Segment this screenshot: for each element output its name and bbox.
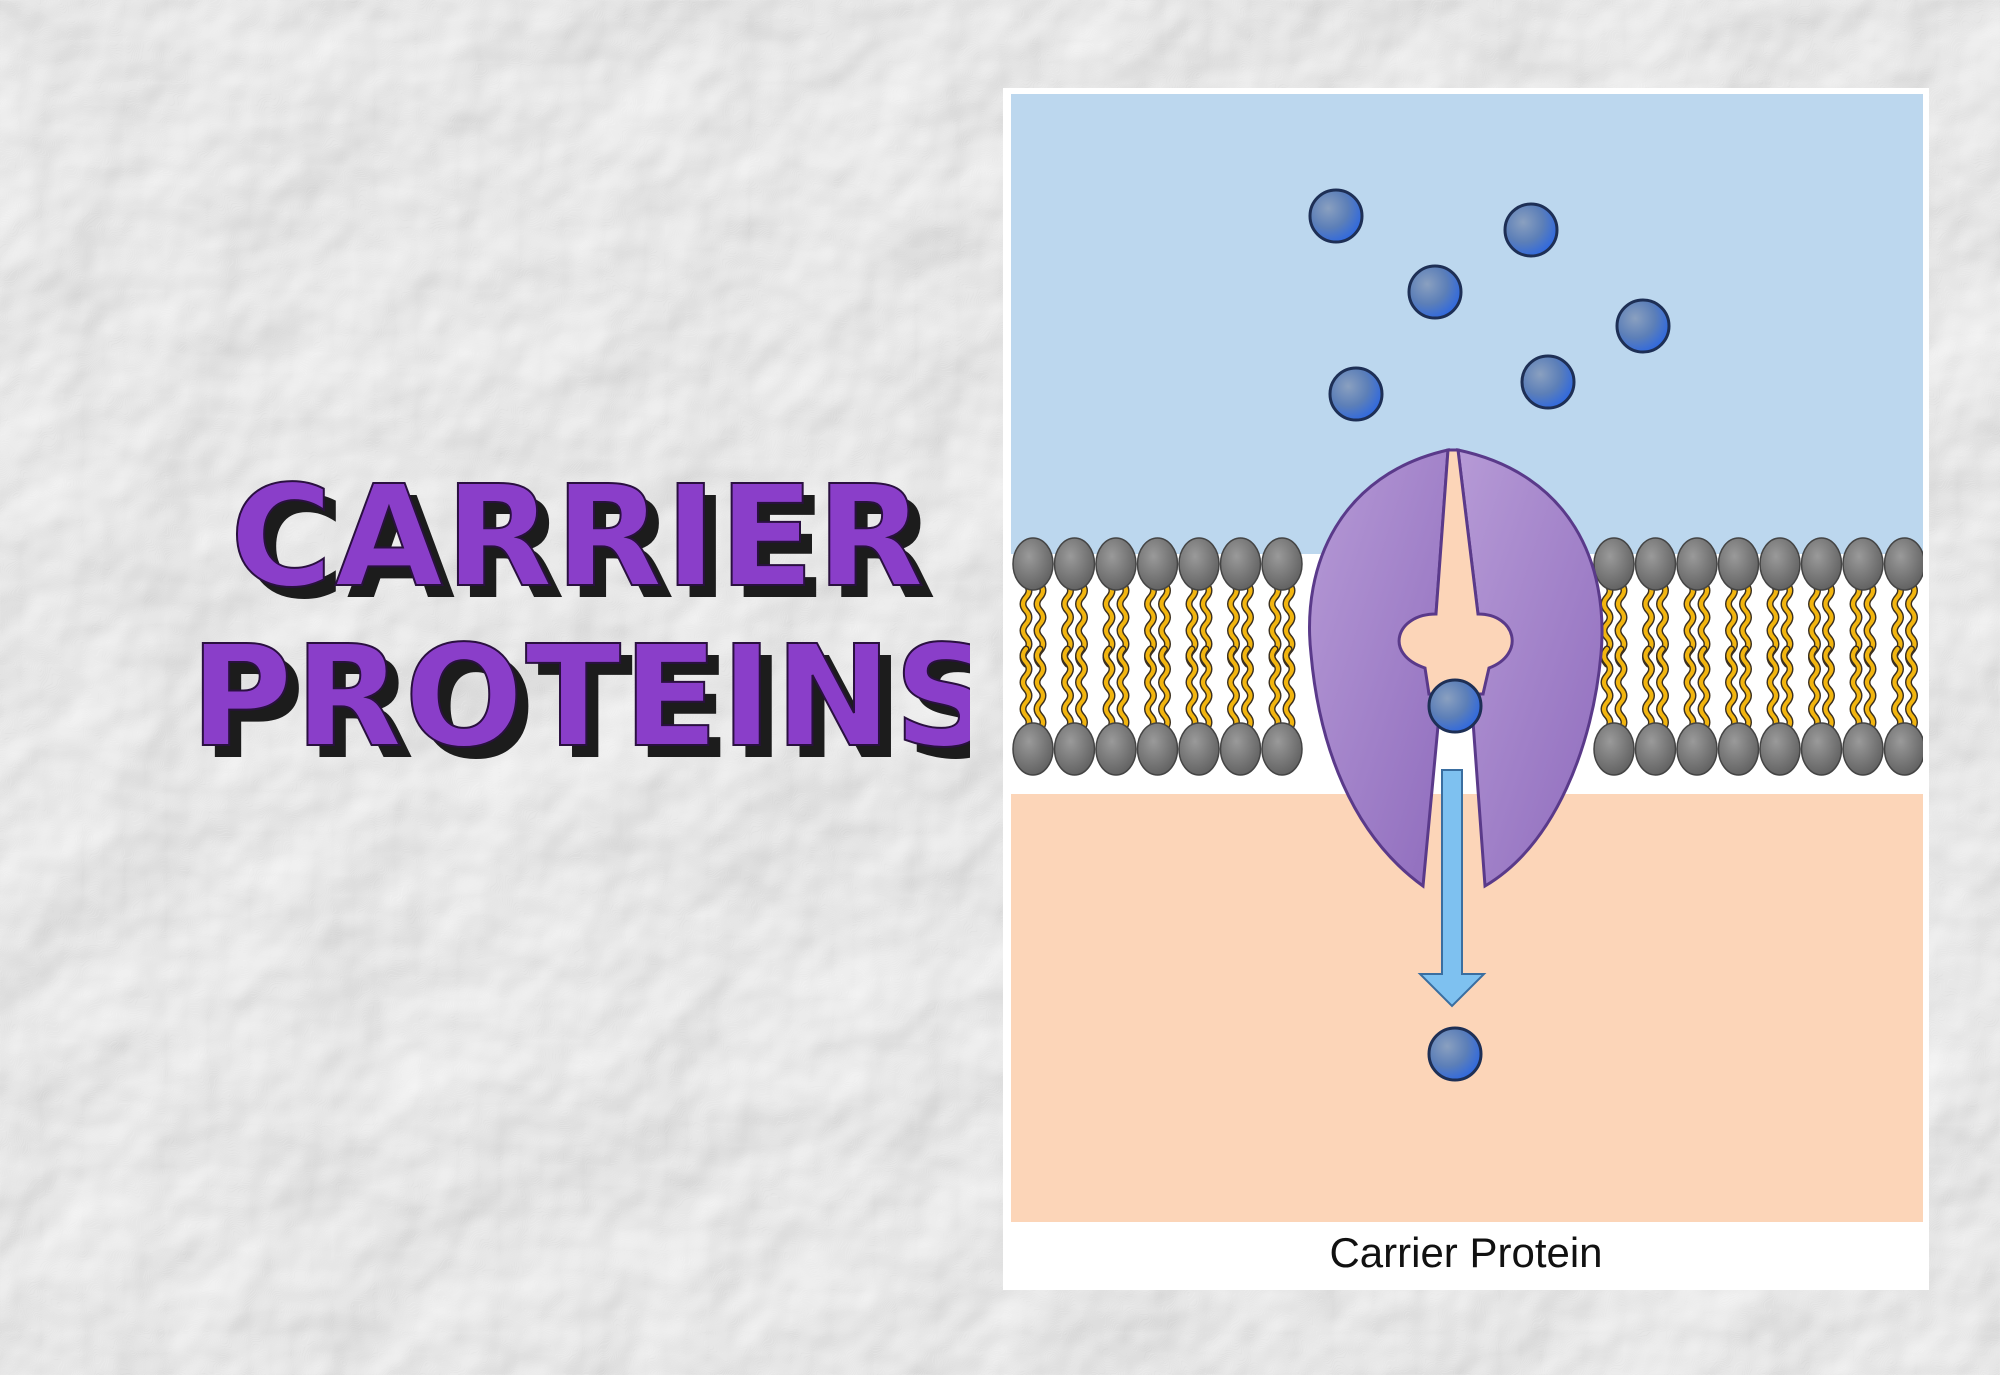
solute-molecule [1308,188,1364,244]
solute-molecule [1520,354,1576,410]
phospholipid-head [1842,722,1884,776]
carrier-protein-diagram [1011,94,1923,1222]
phospholipid-head [1136,722,1179,776]
phospholipid-head [1219,537,1262,591]
title-line1: CARRIER [230,456,926,619]
figure-card: Carrier Protein [1003,88,1929,1290]
phospholipid-head [1717,722,1760,776]
title-block: CARRIER PROTEINS CARRIER PROTEINS [150,440,1007,820]
bound-solute [1427,678,1483,734]
phospholipid-head [1800,537,1843,591]
phospholipid-head [1053,722,1096,776]
phospholipid-head [1883,537,1923,591]
phospholipid-head [1883,722,1923,776]
phospholipid-head [1095,722,1137,776]
phospholipid-head [1759,537,1801,591]
phospholipid-head [1842,537,1884,591]
solute-molecule [1407,264,1463,320]
phospholipid-head [1800,722,1843,776]
phospholipid-head [1593,722,1635,776]
title-line2: PROTEINS [190,616,970,779]
phospholipid-head [1053,537,1096,591]
phospholipid-head [1012,722,1054,776]
phospholipid-head [1759,722,1801,776]
phospholipid-head [1634,537,1677,591]
phospholipid-head [1717,537,1760,591]
phospholipid-head [1261,722,1303,776]
phospholipid-head [1219,722,1262,776]
phospholipid-head [1012,537,1054,591]
phospholipid-head [1676,537,1718,591]
phospholipid-head [1676,722,1718,776]
phospholipid-head [1593,537,1635,591]
solute-molecule [1615,298,1671,354]
intracellular-region [1011,794,1923,1222]
solute-molecule [1503,202,1559,258]
figure-caption: Carrier Protein [1329,1229,1603,1276]
solute-molecule [1328,366,1384,422]
phospholipid-head [1634,722,1677,776]
phospholipid-head [1178,537,1220,591]
phospholipid-head [1095,537,1137,591]
phospholipid-head [1136,537,1179,591]
released-solute [1427,1026,1483,1082]
phospholipid-head [1261,537,1303,591]
phospholipid-head [1178,722,1220,776]
